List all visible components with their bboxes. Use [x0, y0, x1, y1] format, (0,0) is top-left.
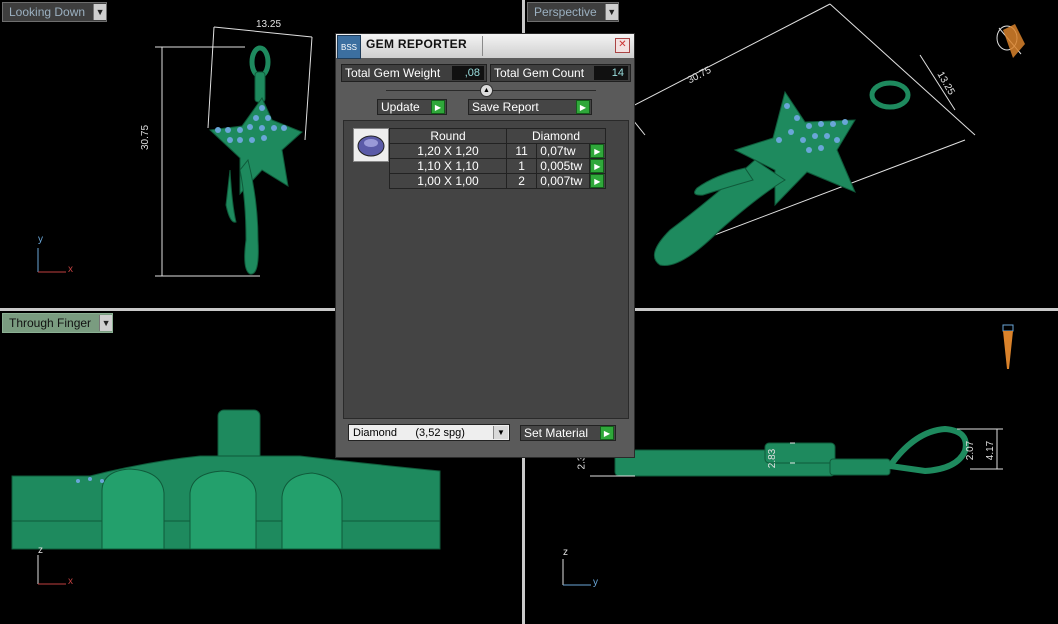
total-gem-count-row: Total Gem Count 14: [490, 64, 631, 82]
save-report-label: Save Report: [472, 100, 539, 114]
set-material-label: Set Material: [524, 426, 589, 440]
total-gem-weight-value: ,08: [452, 66, 484, 80]
gem-count: 2: [505, 173, 538, 189]
table-row[interactable]: 1,20 X 1,20 11 0,07tw ▶: [389, 143, 606, 159]
table-row[interactable]: 1,10 X 1,10 1 0,005tw ▶: [389, 158, 606, 174]
gem-size: 1,10 X 1,10: [389, 158, 507, 174]
row-go-button[interactable]: ▶: [589, 173, 606, 189]
chevron-down-icon[interactable]: ▼: [604, 4, 618, 20]
header-material: Diamond: [506, 128, 606, 144]
gem-list-panel: Round Diamond 1,20 X 1,20 11 0,07tw ▶ 1,…: [343, 120, 629, 419]
chevron-down-icon[interactable]: ▼: [93, 4, 107, 20]
row-go-button[interactable]: ▶: [589, 158, 606, 174]
update-label: Update: [381, 100, 420, 114]
play-arrow-icon[interactable]: ▶: [590, 159, 605, 173]
material-select-value: Diamond (3,52 spg): [353, 426, 465, 439]
dimension-bail-outer: 4.17: [985, 440, 997, 461]
total-gem-weight-row: Total Gem Weight ,08: [341, 64, 487, 82]
save-report-button[interactable]: Save Report ▶: [468, 99, 592, 115]
total-gem-count-label: Total Gem Count: [494, 66, 585, 80]
gem-count: 11: [505, 143, 538, 159]
axis-y-label: y: [593, 577, 598, 588]
axis-z-label: z: [563, 547, 568, 558]
gem-shape: [357, 135, 385, 157]
viewport-label-text: Perspective: [534, 5, 597, 19]
table-row[interactable]: 1,00 X 1,00 2 0,007tw ▶: [389, 173, 606, 189]
dimension-width: 13.25: [256, 19, 282, 30]
dialog-titlebar[interactable]: BSS GEM REPORTER ✕: [336, 34, 634, 59]
update-button[interactable]: Update ▶: [377, 99, 447, 115]
close-icon[interactable]: ✕: [615, 38, 630, 53]
viewport-label-through-finger[interactable]: Through Finger ▼: [2, 313, 114, 333]
dimension-mid-height: 2.83: [767, 448, 779, 469]
gem-reporter-dialog: BSS GEM REPORTER ✕ Total Gem Weight ,08 …: [335, 33, 635, 458]
gem-count: 1: [505, 158, 538, 174]
dialog-title: GEM REPORTER: [366, 37, 467, 51]
round-gem-icon[interactable]: [353, 128, 389, 162]
chevron-down-icon[interactable]: ▼: [493, 426, 508, 439]
gem-size: 1,20 X 1,20: [389, 143, 507, 159]
axis-x-label: x: [68, 576, 73, 587]
viewport-label-text: Through Finger: [9, 316, 92, 330]
table-header-row: Round Diamond: [389, 128, 606, 144]
play-arrow-icon[interactable]: ▶: [600, 426, 614, 440]
material-select[interactable]: Diamond (3,52 spg) ▼: [348, 424, 510, 441]
axis-x-label: x: [68, 264, 73, 275]
play-arrow-icon[interactable]: ▶: [431, 100, 445, 114]
axis-y-label: y: [38, 234, 43, 245]
play-arrow-icon[interactable]: ▶: [590, 144, 605, 158]
app-logo-icon: BSS: [337, 35, 361, 59]
play-arrow-icon[interactable]: ▶: [576, 100, 590, 114]
gem-weight: 0,005tw: [536, 158, 591, 174]
viewport-label-looking-down[interactable]: Looking Down ▼: [2, 2, 108, 22]
axis-z-label: z: [38, 545, 43, 556]
dimension-bail-inner: 2.07: [965, 440, 977, 461]
viewport-label-text: Looking Down: [9, 5, 86, 19]
total-gem-weight-label: Total Gem Weight: [345, 66, 441, 80]
collapse-toggle-icon[interactable]: ▲: [480, 84, 493, 97]
play-arrow-icon[interactable]: ▶: [590, 174, 605, 188]
gem-weight: 0,07tw: [536, 143, 591, 159]
gem-table: Round Diamond 1,20 X 1,20 11 0,07tw ▶ 1,…: [389, 128, 606, 189]
row-go-button[interactable]: ▶: [589, 143, 606, 159]
title-separator: [482, 36, 483, 56]
chevron-down-icon[interactable]: ▼: [99, 315, 113, 331]
set-material-button[interactable]: Set Material ▶: [520, 425, 616, 441]
header-shape: Round: [389, 128, 507, 144]
gem-weight: 0,007tw: [536, 173, 591, 189]
viewport-label-perspective[interactable]: Perspective ▼: [527, 2, 619, 22]
total-gem-count-value: 14: [594, 66, 628, 80]
gem-size: 1,00 X 1,00: [389, 173, 507, 189]
dimension-height: 30.75: [140, 124, 151, 150]
